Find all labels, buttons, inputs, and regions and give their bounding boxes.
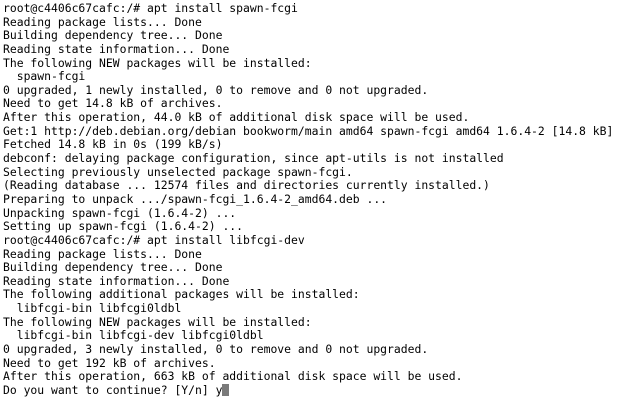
terminal-line: spawn-fcgi bbox=[3, 70, 86, 84]
terminal-line: After this operation, 44.0 kB of additio… bbox=[3, 111, 470, 125]
terminal-line: libfcgi-bin libfcgi-dev libfcgi0ldbl bbox=[3, 329, 264, 343]
terminal-line: Unpacking spawn-fcgi (1.6.4-2) ... bbox=[3, 206, 237, 220]
terminal-line: Preparing to unpack .../spawn-fcgi_1.6.4… bbox=[3, 192, 388, 206]
user-input[interactable]: y bbox=[216, 384, 223, 397]
terminal-line: The following NEW packages will be insta… bbox=[3, 315, 312, 329]
terminal-line: The following additional packages will b… bbox=[3, 288, 360, 302]
terminal-line: libfcgi-bin libfcgi0ldbl bbox=[3, 302, 182, 316]
terminal-line: Reading package lists... Done bbox=[3, 15, 202, 29]
terminal-line: 0 upgraded, 3 newly installed, 0 to remo… bbox=[3, 343, 429, 357]
terminal-line: After this operation, 663 kB of addition… bbox=[3, 370, 463, 384]
terminal-line: The following NEW packages will be insta… bbox=[3, 56, 312, 70]
terminal-line-command-1: root@c4406c67cafc:/# apt install spawn-f… bbox=[3, 2, 298, 15]
terminal-line: Setting up spawn-fcgi (1.6.4-2) ... bbox=[3, 220, 244, 234]
terminal-line: Building dependency tree... Done bbox=[3, 261, 223, 275]
terminal-line: Reading state information... Done bbox=[3, 274, 230, 288]
terminal-prompt-line[interactable]: Do you want to continue? [Y/n] y bbox=[3, 383, 633, 398]
terminal-line: Building dependency tree... Done bbox=[3, 29, 223, 43]
terminal-line: Get:1 http://deb.debian.org/debian bookw… bbox=[3, 124, 614, 138]
continue-prompt: Do you want to continue? [Y/n] bbox=[3, 383, 216, 397]
terminal-line-command-2: root@c4406c67cafc:/# apt install libfcgi… bbox=[3, 233, 305, 247]
terminal-line: Reading state information... Done bbox=[3, 42, 230, 56]
terminal-line: Fetched 14.8 kB in 0s (199 kB/s) bbox=[3, 138, 223, 152]
terminal-line: Reading package lists... Done bbox=[3, 247, 202, 261]
terminal-window[interactable]: root@c4406c67cafc:/# apt install spawn-f… bbox=[0, 0, 633, 418]
terminal-line: Selecting previously unselected package … bbox=[3, 165, 353, 179]
terminal-line: Need to get 14.8 kB of archives. bbox=[3, 97, 223, 111]
terminal-line: (Reading database ... 12574 files and di… bbox=[3, 179, 490, 193]
text-cursor bbox=[222, 383, 230, 396]
terminal-line: 0 upgraded, 1 newly installed, 0 to remo… bbox=[3, 83, 429, 97]
terminal-line: debconf: delaying package configuration,… bbox=[3, 152, 504, 166]
terminal-line: Need to get 192 kB of archives. bbox=[3, 356, 216, 370]
